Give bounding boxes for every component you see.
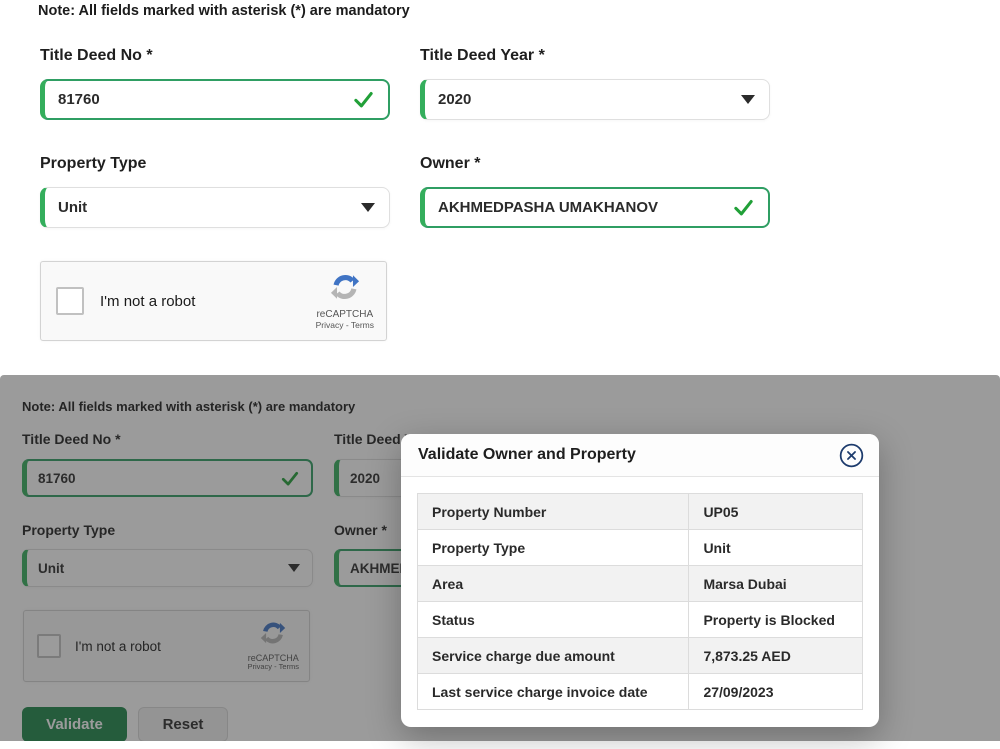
recaptcha-checkbox[interactable] [56,287,84,315]
title-deed-no-value: 81760 [58,91,100,108]
check-icon [353,91,374,108]
check-icon [733,199,754,216]
recaptcha-privacy-terms-links[interactable]: Privacy - Terms [316,321,374,331]
row-label: Status [418,602,689,638]
owner-input[interactable]: AKHMEDPASHA UMAKHANOV [420,187,770,228]
table-row: Area Marsa Dubai [418,566,863,602]
modal-header: Validate Owner and Property [401,434,879,477]
row-value: 7,873.25 AED [689,638,863,674]
owner-label: Owner * [420,155,480,173]
property-details-table: Property Number UP05 Property Type Unit … [417,493,863,710]
property-type-select[interactable]: Unit [40,187,390,228]
row-label: Property Number [418,494,689,530]
title-deed-year-label: Title Deed Year * [420,47,545,65]
page: Note: All fields marked with asterisk (*… [0,0,1000,749]
recaptcha-logo-icon [330,272,360,307]
recaptcha-brand: reCAPTCHA [316,309,373,321]
row-value: Property is Blocked [689,602,863,638]
row-label: Property Type [418,530,689,566]
row-value: 27/09/2023 [689,674,863,710]
recaptcha-label: I'm not a robot [100,293,195,310]
recaptcha-widget: I'm not a robot reCAPTCHA Privacy - Term… [40,261,387,341]
table-row: Property Number UP05 [418,494,863,530]
table-row: Last service charge invoice date 27/09/2… [418,674,863,710]
validate-owner-property-modal: Validate Owner and Property Property Num… [401,434,879,727]
row-label: Last service charge invoice date [418,674,689,710]
title-deed-no-label: Title Deed No * [40,47,153,65]
table-row: Property Type Unit [418,530,863,566]
table-row: Status Property is Blocked [418,602,863,638]
modal-title: Validate Owner and Property [418,446,636,464]
owner-value: AKHMEDPASHA UMAKHANOV [438,199,658,216]
title-deed-no-input[interactable]: 81760 [40,79,390,120]
row-label: Area [418,566,689,602]
caret-down-icon [361,203,375,212]
row-value: Unit [689,530,863,566]
row-label: Service charge due amount [418,638,689,674]
row-value: UP05 [689,494,863,530]
table-row: Service charge due amount 7,873.25 AED [418,638,863,674]
caret-down-icon [741,95,755,104]
property-type-value: Unit [58,199,87,216]
title-deed-year-select[interactable]: 2020 [420,79,770,120]
row-value: Marsa Dubai [689,566,863,602]
property-type-label: Property Type [40,155,146,173]
modal-body: Property Number UP05 Property Type Unit … [401,477,879,726]
close-icon[interactable] [839,443,864,468]
mandatory-note: Note: All fields marked with asterisk (*… [38,3,410,19]
title-deed-year-value: 2020 [438,91,471,108]
